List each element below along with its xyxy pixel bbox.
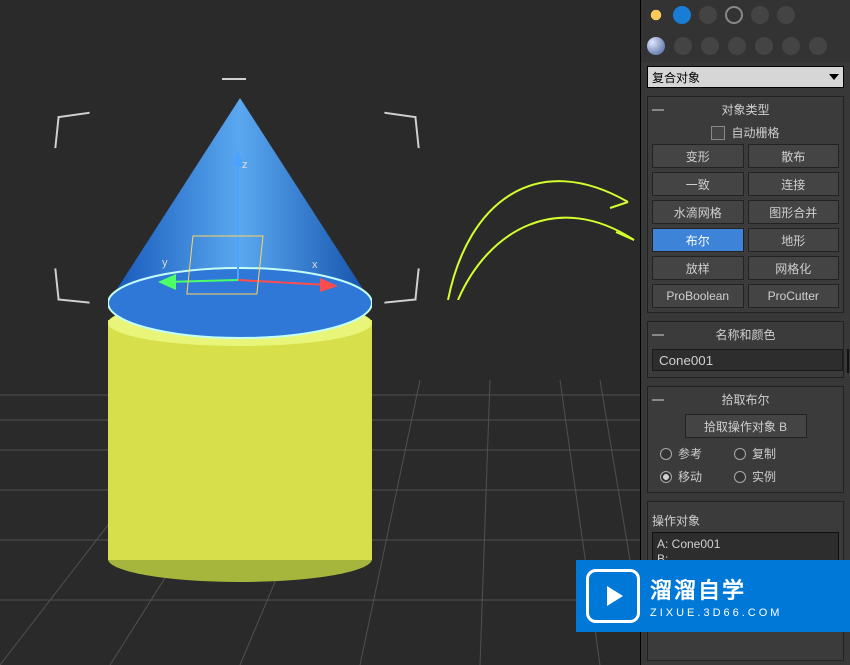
object-type-水滴网格[interactable]: 水滴网格 [652, 200, 744, 224]
object-type-连接[interactable]: 连接 [748, 172, 840, 196]
display-tab-icon[interactable] [751, 6, 769, 24]
operands-title: 操作对象 [652, 512, 839, 529]
command-tabs [641, 0, 850, 30]
color-swatch[interactable] [847, 349, 849, 373]
autogrid-checkbox[interactable] [711, 126, 725, 140]
create-tab-icon[interactable] [647, 6, 665, 24]
selection-bracket [384, 112, 419, 148]
helpers-icon[interactable] [755, 37, 773, 55]
object-type-procutter[interactable]: ProCutter [748, 284, 840, 308]
create-subtabs [641, 30, 850, 62]
object-type-散布[interactable]: 散布 [748, 144, 840, 168]
radio-实例[interactable]: 实例 [734, 468, 776, 485]
hierarchy-tab-icon[interactable] [699, 6, 717, 24]
viewport[interactable]: z x y [0, 0, 640, 665]
cameras-icon[interactable] [728, 37, 746, 55]
shapes-icon[interactable] [674, 37, 692, 55]
systems-icon[interactable] [809, 37, 827, 55]
category-dropdown-label: 复合对象 [652, 69, 700, 86]
object-type-一致[interactable]: 一致 [652, 172, 744, 196]
object-type-title: 对象类型 [721, 101, 769, 118]
object-type-布尔[interactable]: 布尔 [652, 228, 744, 252]
object-type-放样[interactable]: 放样 [652, 256, 744, 280]
object-type-地形[interactable]: 地形 [748, 228, 840, 252]
watermark-text: 溜溜自学 [650, 573, 782, 605]
motion-tab-icon[interactable] [725, 6, 743, 24]
selection-bracket [54, 112, 89, 148]
category-dropdown[interactable]: 复合对象 [647, 66, 844, 88]
axis-z-label: z [242, 159, 248, 171]
gizmo[interactable]: z x y [158, 150, 338, 330]
chevron-down-icon [829, 74, 839, 80]
radio-复制[interactable]: 复制 [734, 445, 776, 462]
object-type-变形[interactable]: 变形 [652, 144, 744, 168]
spacewarps-icon[interactable] [782, 37, 800, 55]
axis-x-label: x [312, 259, 318, 271]
axis-y-label: y [162, 257, 168, 269]
annotation-arrow [438, 140, 638, 300]
pick-boolean-title: 拾取布尔 [721, 391, 769, 408]
geometry-icon[interactable] [647, 37, 665, 55]
selection-bracket [54, 268, 89, 303]
utilities-tab-icon[interactable] [777, 6, 795, 24]
object-type-图形合并[interactable]: 图形合并 [748, 200, 840, 224]
radio-移动[interactable]: 移动 [660, 468, 702, 485]
object-type-proboolean[interactable]: ProBoolean [652, 284, 744, 308]
modify-tab-icon[interactable] [673, 6, 691, 24]
play-icon [586, 569, 640, 623]
name-color-title: 名称和颜色 [715, 326, 775, 343]
pick-boolean-panel: 拾取布尔 拾取操作对象 B 参考 复制 移动 实例 [647, 386, 844, 493]
object-type-网格化[interactable]: 网格化 [748, 256, 840, 280]
selection-bracket [384, 268, 419, 303]
autogrid-label: 自动栅格 [731, 124, 779, 141]
object-type-panel: 对象类型 自动栅格 变形散布一致连接水滴网格图形合并布尔地形放样网格化ProBo… [647, 96, 844, 313]
watermark: 溜溜自学 ZIXUE.3D66.COM [576, 560, 850, 632]
radio-参考[interactable]: 参考 [660, 445, 702, 462]
name-color-panel: 名称和颜色 [647, 321, 844, 378]
lights-icon[interactable] [701, 37, 719, 55]
selection-bracket [222, 78, 246, 96]
watermark-url: ZIXUE.3D66.COM [650, 607, 782, 619]
object-name-input[interactable] [652, 349, 843, 371]
pick-operand-b-button[interactable]: 拾取操作对象 B [685, 414, 807, 438]
